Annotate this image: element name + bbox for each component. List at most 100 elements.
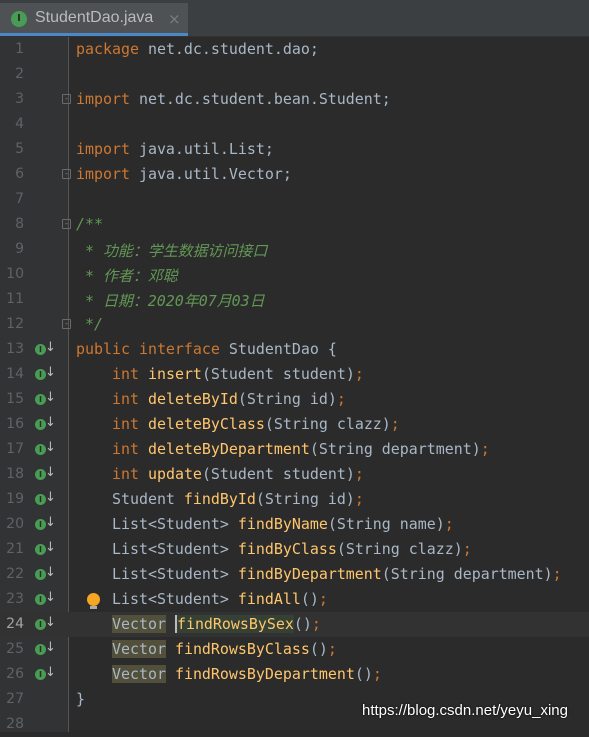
code-line[interactable]: 12 - */ <box>0 312 589 337</box>
code-token: package <box>76 40 148 58</box>
code-line[interactable]: 2 <box>0 62 589 87</box>
code-line[interactable]: 8 -/** <box>0 212 589 237</box>
tab-studentdao-java[interactable]: I StudentDao.java × <box>0 3 188 36</box>
code-line[interactable]: 25 I ↓ Vector findRowsByClass(); <box>0 637 589 662</box>
code-line[interactable]: 1 package net.dc.student.dao; <box>0 37 589 62</box>
arrow-down-icon[interactable]: ↓ <box>45 565 56 580</box>
code-line[interactable]: 3 - import net.dc.student.bean.Student; <box>0 87 589 112</box>
line-number: 8 <box>15 216 24 232</box>
code-token: () <box>309 640 328 658</box>
code-token: (String clazz) <box>264 415 391 433</box>
code-line[interactable]: 26 I ↓ Vector findRowsByDepartment(); <box>0 662 589 687</box>
code-token: int <box>111 365 148 383</box>
fold-icon[interactable]: - <box>62 319 71 329</box>
code-line[interactable]: 10 * 作者：邓聪 <box>0 262 589 287</box>
code-token: ; <box>336 390 346 408</box>
code-line[interactable]: 16 I ↓ int deleteByClass(String clazz); <box>0 412 589 437</box>
arrow-down-icon[interactable]: ↓ <box>45 465 56 480</box>
fold-icon[interactable]: - <box>62 94 71 104</box>
arrow-down-icon[interactable]: ↓ <box>45 415 56 430</box>
code-line[interactable]: 15 I ↓ int deleteById(String id); <box>0 387 589 412</box>
fold-icon[interactable]: - <box>62 219 71 229</box>
code-token: ; <box>462 540 472 558</box>
arrow-down-icon[interactable]: ↓ <box>45 640 56 655</box>
code-token: Vector <box>111 615 166 633</box>
code-text: package net.dc.student.dao; <box>76 40 319 58</box>
code-line[interactable]: 17 I ↓ int deleteByDepartment(String depar… <box>0 437 589 462</box>
arrow-down-icon[interactable]: ↓ <box>45 515 56 530</box>
code-token: import <box>76 90 139 108</box>
code-token: deleteByDepartment <box>147 440 310 458</box>
arrow-down-icon[interactable]: ↓ <box>45 390 56 405</box>
line-number: 14 <box>6 366 24 382</box>
code-line[interactable]: 5 import java.util.List; <box>0 137 589 162</box>
code-line[interactable]: 11 * 日期：2020年07月03日 <box>0 287 589 312</box>
code-line[interactable]: 23 I ↓ List<Student> findAll(); <box>0 587 589 612</box>
code-line[interactable]: 13 I ↓ public interface StudentDao { <box>0 337 589 362</box>
line-number: 9 <box>15 241 24 257</box>
close-icon[interactable]: × <box>168 10 181 28</box>
code-token: Student <box>76 490 184 508</box>
line-number: 23 <box>6 591 24 607</box>
interface-icon: I <box>11 11 27 27</box>
code-token: ; <box>444 515 454 533</box>
line-number: 21 <box>6 541 24 557</box>
watermark: https://blog.csdn.net/yeyu_xing <box>362 702 568 719</box>
code-text: public interface StudentDao { <box>76 340 337 358</box>
line-number: 25 <box>6 641 24 657</box>
code-line[interactable]: 18 I ↓ int update(Student student); <box>0 462 589 487</box>
arrow-down-icon[interactable]: ↓ <box>45 440 56 455</box>
arrow-down-icon[interactable]: ↓ <box>45 590 56 605</box>
code-token: ; <box>311 615 321 633</box>
line-number: 20 <box>6 516 24 532</box>
code-line[interactable]: 7 <box>0 187 589 212</box>
code-line[interactable]: 4 <box>0 112 589 137</box>
code-text: * 功能：学生数据访问接口 <box>76 240 267 261</box>
code-token: Vector <box>111 665 166 683</box>
arrow-down-icon[interactable]: ↓ <box>45 340 56 355</box>
code-token: update <box>147 465 202 483</box>
line-number: 3 <box>15 91 24 107</box>
code-text: int deleteByClass(String clazz); <box>76 415 400 433</box>
code-line[interactable]: 6 - import java.util.Vector; <box>0 162 589 187</box>
code-token: insert <box>147 365 202 383</box>
arrow-down-icon[interactable]: ↓ <box>45 490 56 505</box>
code-line[interactable]: 9 * 功能：学生数据访问接口 <box>0 237 589 262</box>
code-token: findRowsByDepartment <box>174 665 355 683</box>
code-token: public interface <box>76 340 229 358</box>
code-token: deleteByClass <box>147 415 265 433</box>
code-token: () <box>300 590 319 608</box>
arrow-down-icon[interactable]: ↓ <box>45 615 56 630</box>
code-token: (Student student) <box>201 365 355 383</box>
editor-tab-bar: I StudentDao.java × <box>0 0 589 37</box>
line-number: 4 <box>15 116 24 132</box>
code-token: ; <box>327 640 337 658</box>
arrow-down-icon[interactable]: ↓ <box>45 540 56 555</box>
code-token: findRowsByClass <box>174 640 310 658</box>
code-text: * 日期：2020年07月03日 <box>76 290 265 311</box>
code-text: import net.dc.student.bean.Student; <box>76 90 391 108</box>
arrow-down-icon[interactable]: ↓ <box>45 665 56 680</box>
code-token: findByDepartment <box>237 565 382 583</box>
code-token: * 日期：2020年07月03日 <box>76 292 265 310</box>
code-line[interactable]: 22 I ↓ List<Student> findByDepartment(Stri… <box>0 562 589 587</box>
line-number: 7 <box>15 191 24 207</box>
code-line[interactable]: 14 I ↓ int insert(Student student); <box>0 362 589 387</box>
code-line[interactable]: 24 I ↓ Vector findRowsBySex(); <box>0 612 589 637</box>
arrow-down-icon[interactable]: ↓ <box>45 365 56 380</box>
line-number: 15 <box>6 391 24 407</box>
line-number: 24 <box>6 616 24 632</box>
code-line[interactable]: 21 I ↓ List<Student> findByClass(String cl… <box>0 537 589 562</box>
code-line[interactable]: 20 I ↓ List<Student> findByName(String nam… <box>0 512 589 537</box>
fold-icon[interactable]: - <box>62 169 71 179</box>
code-token: findAll <box>237 590 301 608</box>
code-line[interactable]: 19 I ↓ Student findById(String id); <box>0 487 589 512</box>
code-token: List<Student> <box>76 515 238 533</box>
line-number: 19 <box>6 491 24 507</box>
code-text: Vector findRowsBySex(); <box>76 615 321 633</box>
code-text: import java.util.List; <box>76 140 274 158</box>
